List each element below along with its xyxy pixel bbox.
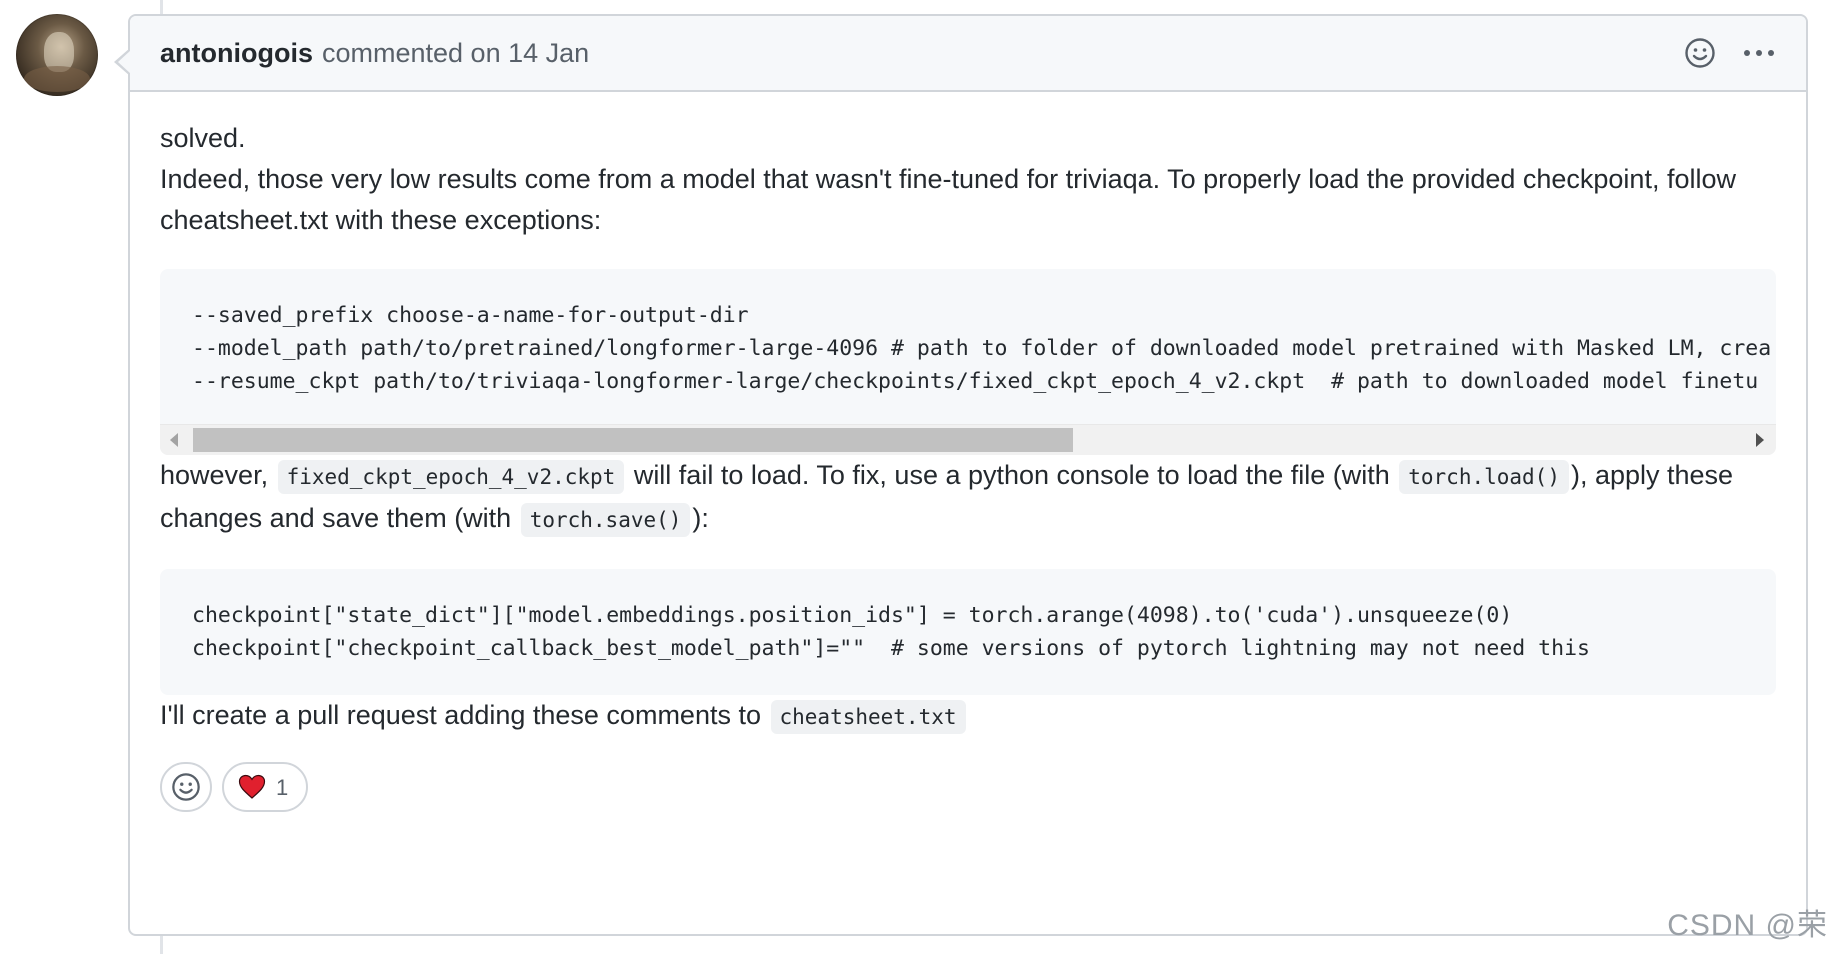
smiley-icon[interactable] xyxy=(1684,37,1716,69)
inline-code-torch-load: torch.load() xyxy=(1399,460,1569,494)
inline-code-ckpt: fixed_ckpt_epoch_4_v2.ckpt xyxy=(277,460,625,494)
code-block-args[interactable]: --saved_prefix choose-a-name-for-output-… xyxy=(160,269,1776,455)
text-span: will fail to load. To fix, use a python … xyxy=(626,460,1398,490)
body-paragraph-fix: however, fixed_ckpt_epoch_4_v2.ckpt will… xyxy=(160,455,1776,541)
comment-author[interactable]: antoniogois xyxy=(160,38,313,69)
code-args-text: --saved_prefix choose-a-name-for-output-… xyxy=(192,303,1772,394)
inline-code-cheatsheet: cheatsheet.txt xyxy=(770,700,966,734)
add-reaction-button[interactable] xyxy=(160,762,212,812)
code-block-python[interactable]: checkpoint["state_dict"]["model.embeddin… xyxy=(160,569,1776,695)
inline-code-torch-save: torch.save() xyxy=(520,503,691,537)
text-span: ): xyxy=(692,503,709,533)
comment-timestamp[interactable]: commented on 14 Jan xyxy=(322,38,589,69)
scroll-left-icon[interactable] xyxy=(170,433,178,447)
horizontal-scrollbar[interactable] xyxy=(160,424,1776,455)
smiley-icon xyxy=(172,773,200,801)
body-paragraph-pr: I'll create a pull request adding these … xyxy=(160,695,1776,738)
comment-body: solved. Indeed, those very low results c… xyxy=(130,92,1806,832)
comment-box: antoniogois commented on 14 Jan solved. … xyxy=(114,14,1808,936)
heart-reaction-button[interactable]: 1 xyxy=(222,762,309,812)
text-span: however, xyxy=(160,460,276,490)
code-python-text: checkpoint["state_dict"]["model.embeddin… xyxy=(192,603,1590,661)
reactions-bar: 1 xyxy=(160,762,1776,832)
body-paragraph-intro: Indeed, those very low results come from… xyxy=(160,164,1736,235)
comment-header-actions xyxy=(1684,37,1776,69)
kebab-horizontal-icon[interactable] xyxy=(1742,48,1776,58)
heart-icon xyxy=(238,774,266,799)
body-line-solved: solved. xyxy=(160,123,246,153)
csdn-watermark: CSDN @荣 xyxy=(1667,909,1828,942)
heart-reaction-count: 1 xyxy=(276,774,289,800)
avatar[interactable] xyxy=(16,14,98,96)
text-span: I'll create a pull request adding these … xyxy=(160,700,769,730)
comment-header: antoniogois commented on 14 Jan xyxy=(130,16,1806,92)
scroll-right-icon[interactable] xyxy=(1756,433,1764,447)
scrollbar-thumb[interactable] xyxy=(193,428,1073,452)
